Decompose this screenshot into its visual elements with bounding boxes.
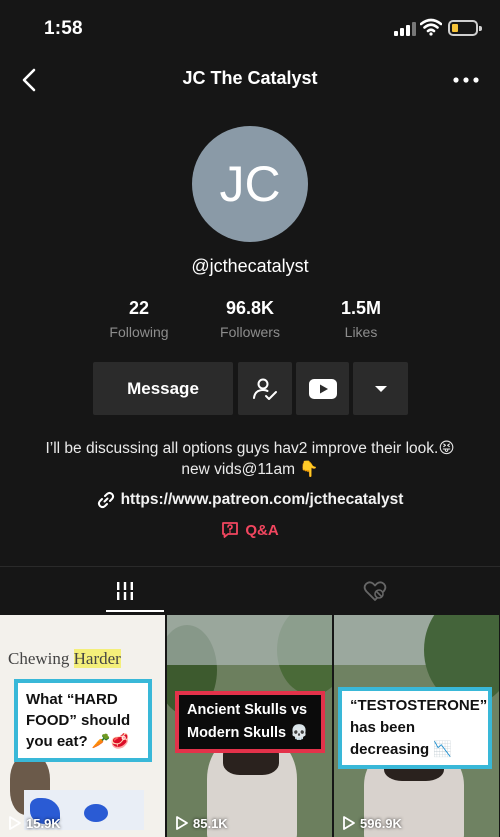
status-time: 1:58: [44, 18, 83, 39]
view-count-value: 596.9K: [360, 815, 402, 831]
video-caption: “TESTOSTERONE” has been decreasing 📉: [338, 687, 492, 769]
signal-icon: [394, 22, 416, 36]
sky-bg: [167, 615, 332, 665]
video-thumbnail[interactable]: Chewing Harder What “HARD FOOD” should y…: [0, 615, 165, 837]
profile-bio: I’ll be discussing all options guys hav2…: [45, 440, 455, 478]
message-button[interactable]: Message: [93, 362, 233, 415]
profile-screen: 1:58 JC The Catalyst JC @jcthecatalyst 2…: [0, 0, 500, 837]
link-icon: [97, 491, 114, 509]
video-thumbnail[interactable]: Ancient Skulls vs Modern Skulls 💀 85.1K: [167, 615, 332, 837]
play-icon: [9, 816, 21, 830]
stat-following-value: 22: [128, 298, 150, 318]
video-caption: What “HARD FOOD” should you eat? 🥕🥩: [14, 679, 152, 762]
bio-link-text: https://www.patreon.com/jcthecatalyst: [120, 491, 404, 508]
view-count: 15.9K: [8, 815, 61, 831]
tab-videos[interactable]: [0, 567, 250, 615]
active-tab-indicator: [106, 610, 164, 612]
qa-icon: [222, 522, 239, 538]
video-grid: Chewing Harder What “HARD FOOD” should y…: [0, 615, 500, 837]
username-handle: @jcthecatalyst: [191, 256, 309, 276]
video-thumbnail[interactable]: “TESTOSTERONE” has been decreasing 📉 596…: [334, 615, 499, 837]
view-count-value: 85.1K: [193, 815, 228, 831]
paper-word-harder: Harder: [73, 649, 121, 668]
content-tabs: [0, 567, 500, 615]
qa-link[interactable]: Q&A: [0, 521, 500, 543]
stat-followers-value: 96.8K: [225, 298, 275, 318]
youtube-button[interactable]: [296, 362, 349, 415]
qa-label: Q&A: [245, 521, 279, 539]
avatar[interactable]: JC: [192, 126, 308, 242]
grid-bars-icon: [115, 582, 135, 600]
paper-heading-line: Chewing Harder: [8, 649, 121, 669]
stat-following-label: Following: [109, 324, 169, 340]
play-icon: [343, 816, 355, 830]
more-dots-icon[interactable]: [450, 66, 482, 94]
following-status-button[interactable]: [238, 362, 292, 415]
wifi-icon: [419, 18, 443, 36]
paper-word-chewing: Chewing: [8, 649, 74, 668]
stat-followers[interactable]: 96.8K Followers: [195, 298, 305, 340]
battery-icon: [448, 20, 482, 36]
stat-likes-label: Likes: [344, 324, 378, 340]
status-bar: 1:58: [0, 0, 500, 58]
youtube-icon: [308, 378, 337, 399]
top-nav-bar: JC The Catalyst: [0, 58, 500, 102]
play-icon: [176, 816, 188, 830]
stat-likes[interactable]: 1.5M Likes: [306, 298, 416, 340]
profile-actions: Message: [0, 362, 500, 416]
more-options-button[interactable]: [353, 362, 408, 415]
caret-down-icon: [374, 385, 387, 392]
profile-stats: 22 Following 96.8K Followers 1.5M Likes: [0, 298, 500, 344]
video-caption: Ancient Skulls vs Modern Skulls 💀: [175, 691, 325, 753]
bio-link[interactable]: https://www.patreon.com/jcthecatalyst: [0, 491, 500, 514]
view-count: 85.1K: [175, 815, 228, 831]
stat-likes-value: 1.5M: [340, 298, 382, 318]
tab-liked[interactable]: [250, 567, 500, 615]
person-check-icon: [253, 378, 277, 400]
view-count: 596.9K: [342, 815, 402, 831]
view-count-value: 15.9K: [26, 815, 61, 831]
stat-followers-label: Followers: [220, 324, 280, 340]
page-title: JC The Catalyst: [182, 68, 318, 88]
stat-following[interactable]: 22 Following: [84, 298, 194, 340]
liked-heart-icon: [363, 581, 387, 601]
